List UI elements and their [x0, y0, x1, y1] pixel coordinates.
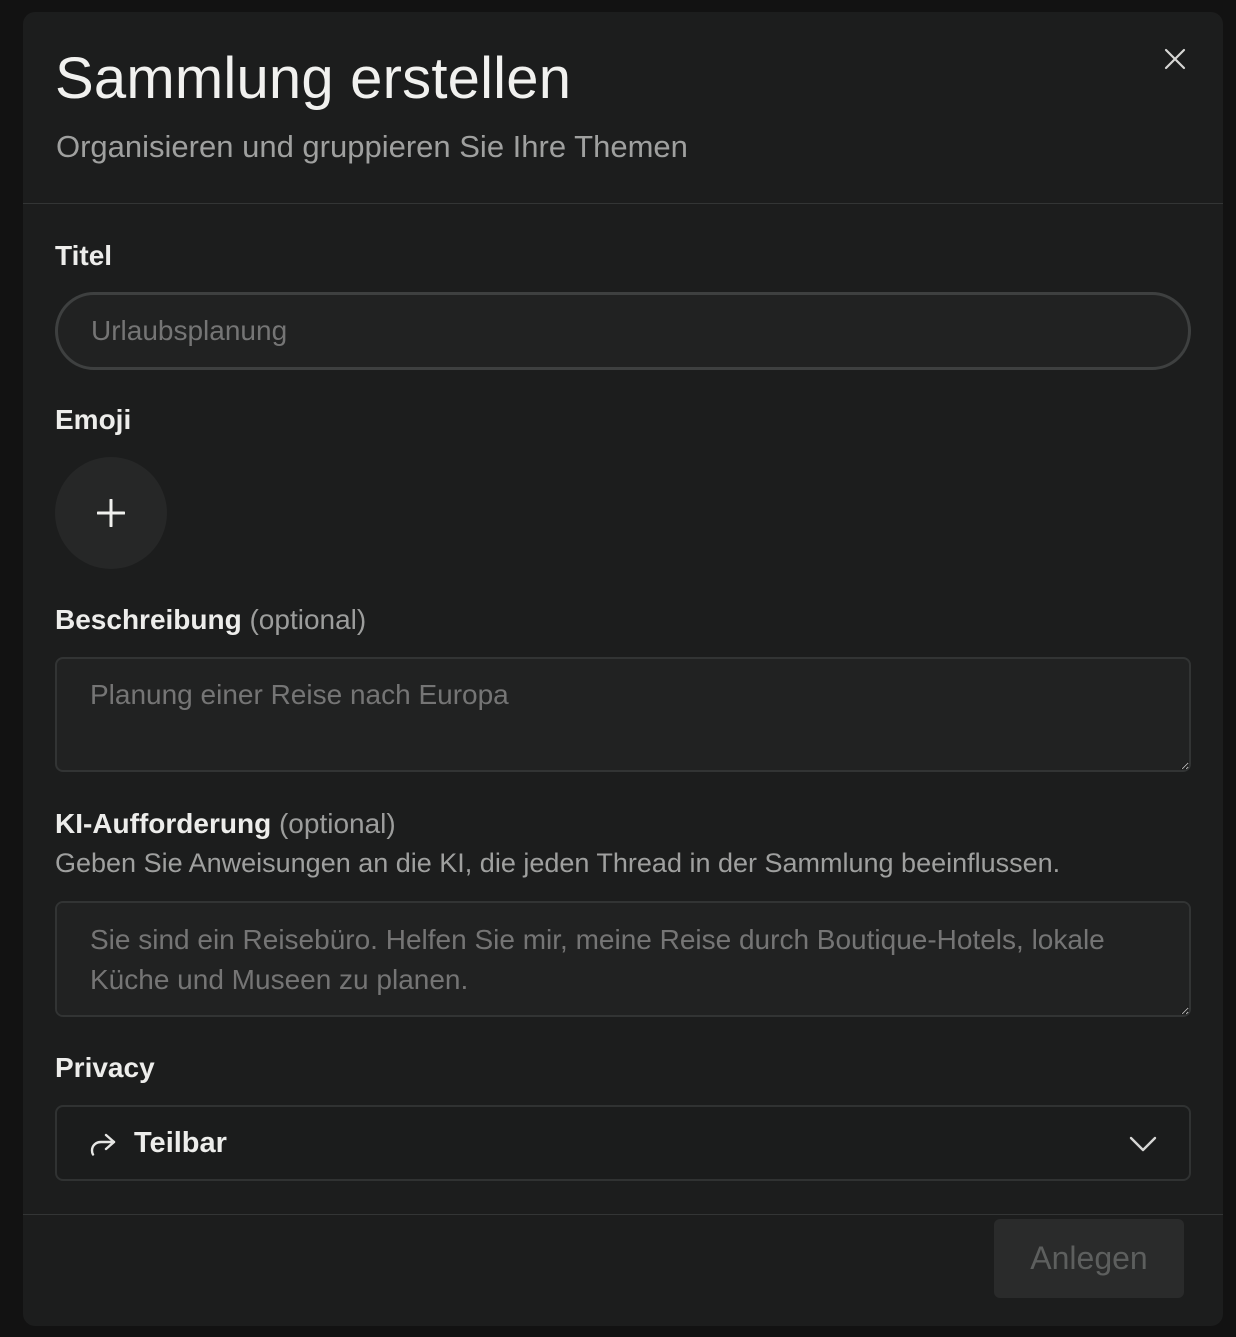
share-arrow-icon — [90, 1133, 116, 1156]
privacy-selected-value: Teilbar — [134, 1127, 227, 1159]
title-label-text: Titel — [55, 240, 113, 271]
description-label-text: Beschreibung — [55, 604, 242, 635]
dialog-title: Sammlung erstellen — [55, 46, 572, 111]
close-icon — [1164, 48, 1186, 70]
dialog-subtitle: Organisieren und gruppieren Sie Ihre The… — [56, 129, 688, 164]
privacy-select[interactable]: Teilbar — [55, 1105, 1191, 1181]
plus-icon — [97, 499, 125, 527]
emoji-label: Emoji — [55, 403, 131, 437]
emoji-label-text: Emoji — [55, 404, 132, 435]
ai-prompt-label: KI-Aufforderung (optional) — [55, 807, 396, 841]
description-textarea[interactable] — [55, 657, 1191, 772]
privacy-label-text: Privacy — [55, 1052, 155, 1083]
close-button[interactable] — [1155, 39, 1195, 79]
add-emoji-button[interactable] — [55, 457, 167, 569]
ai-prompt-optional-hint: (optional) — [278, 808, 396, 839]
ai-prompt-textarea[interactable] — [55, 901, 1191, 1017]
title-label: Titel — [55, 239, 112, 273]
create-collection-dialog: Sammlung erstellen Organisieren und grup… — [23, 12, 1223, 1326]
ai-prompt-helper-text: Geben Sie Anweisungen an die KI, die jed… — [55, 848, 1061, 878]
title-input[interactable] — [55, 292, 1191, 370]
description-label: Beschreibung (optional) — [55, 603, 366, 637]
chevron-down-icon — [1129, 1136, 1157, 1152]
privacy-label: Privacy — [55, 1051, 155, 1085]
dialog-header: Sammlung erstellen Organisieren und grup… — [23, 12, 1223, 204]
description-optional-hint: (optional) — [249, 604, 367, 635]
create-button[interactable]: Anlegen — [994, 1219, 1184, 1298]
ai-prompt-label-text: KI-Aufforderung — [55, 808, 272, 839]
